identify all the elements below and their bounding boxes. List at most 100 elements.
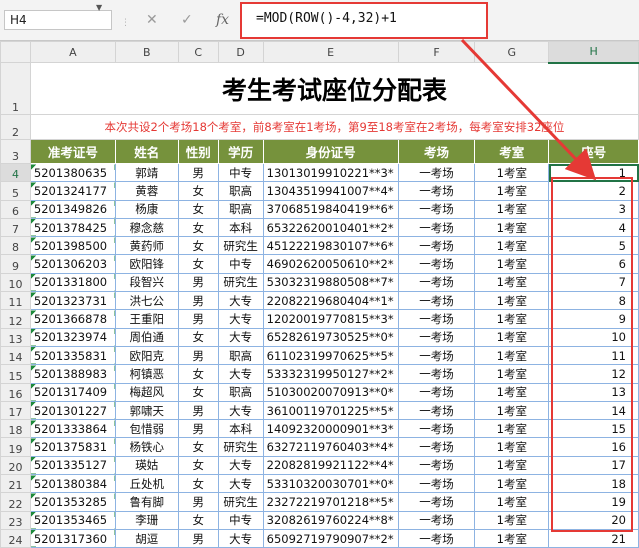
cell-room[interactable]: 1考室: [474, 492, 550, 512]
cell-edu[interactable]: 大专: [217, 309, 264, 329]
cell-name[interactable]: 丘处机: [114, 474, 179, 494]
cell-site[interactable]: 一考场: [397, 345, 476, 366]
cell-seat[interactable]: 6: [548, 254, 639, 274]
row-header[interactable]: 2: [0, 114, 31, 140]
cell-room[interactable]: 1考室: [474, 455, 550, 476]
cell-name[interactable]: 鲁有脚: [114, 492, 179, 512]
cell-id[interactable]: 5201306203: [29, 254, 116, 274]
cell-site[interactable]: 一考场: [397, 309, 476, 329]
cell-room[interactable]: 1考室: [474, 364, 550, 384]
cell-site[interactable]: 一考场: [397, 419, 476, 439]
cell-edu[interactable]: 本科: [217, 419, 264, 439]
insert-function-icon[interactable]: fx: [216, 11, 229, 29]
cell-id[interactable]: 5201317360: [29, 528, 116, 548]
cell-idcard[interactable]: 22082219680404**1*: [262, 291, 399, 311]
cell-name[interactable]: 杨铁心: [114, 437, 179, 457]
cell-id[interactable]: 5201398500: [29, 236, 116, 256]
cell-idcard[interactable]: 12020019770815**3*: [262, 309, 399, 329]
cell-edu[interactable]: 中专: [217, 254, 264, 274]
cell-gender[interactable]: 男: [177, 162, 219, 183]
cell-gender[interactable]: 女: [177, 510, 219, 530]
cell-idcard[interactable]: 53032319880508**7*: [262, 272, 399, 293]
cell-gender[interactable]: 男: [177, 345, 219, 366]
cell-idcard[interactable]: 13043519941007**4*: [262, 181, 399, 201]
cell-site[interactable]: 一考场: [397, 510, 476, 530]
cancel-icon[interactable]: ✕: [146, 11, 158, 29]
cell-idcard[interactable]: 36100119701225**5*: [262, 400, 399, 421]
cell-edu[interactable]: 研究生: [217, 272, 264, 293]
cell-edu[interactable]: 职高: [217, 181, 264, 201]
cell-gender[interactable]: 男: [177, 492, 219, 512]
row-header[interactable]: 9: [0, 254, 31, 274]
row-header[interactable]: 6: [0, 199, 31, 219]
cell-site[interactable]: 一考场: [397, 291, 476, 311]
cell-gender[interactable]: 女: [177, 437, 219, 457]
enter-icon[interactable]: ✓: [181, 11, 193, 29]
cell-site[interactable]: 一考场: [397, 437, 476, 457]
cell-room[interactable]: 1考室: [474, 327, 550, 347]
cell-room[interactable]: 1考室: [474, 272, 550, 293]
cell-gender[interactable]: 女: [177, 254, 219, 274]
cell-site[interactable]: 一考场: [397, 199, 476, 219]
cell-seat[interactable]: 12: [548, 364, 639, 384]
cell-room[interactable]: 1考室: [474, 345, 550, 366]
row-header[interactable]: 21: [0, 474, 31, 494]
cell-idcard[interactable]: 23272219701218**5*: [262, 492, 399, 512]
cell-gender[interactable]: 女: [177, 474, 219, 494]
cell-gender[interactable]: 女: [177, 217, 219, 238]
column-header-c[interactable]: C: [177, 41, 219, 63]
cell-id[interactable]: 5201335831: [29, 345, 116, 366]
cell-seat[interactable]: 5: [548, 236, 639, 256]
cell-site[interactable]: 一考场: [397, 364, 476, 384]
cell-seat[interactable]: 3: [548, 199, 639, 219]
cell-site[interactable]: 一考场: [397, 400, 476, 421]
cell-name[interactable]: 柯镇恶: [114, 364, 179, 384]
cell-id[interactable]: 5201317409: [29, 382, 116, 402]
cell-room[interactable]: 1考室: [474, 419, 550, 439]
table-header-cell[interactable]: 考场: [397, 139, 476, 164]
cell-gender[interactable]: 男: [177, 272, 219, 293]
cell-name[interactable]: 穆念慈: [114, 217, 179, 238]
cell-id[interactable]: 5201388983: [29, 364, 116, 384]
column-header-a[interactable]: A: [29, 41, 116, 63]
row-header[interactable]: 16: [0, 382, 31, 402]
cell-idcard[interactable]: 65322620010401**2*: [262, 217, 399, 238]
cell-gender[interactable]: 女: [177, 199, 219, 219]
cell-idcard[interactable]: 51030020070913**0*: [262, 382, 399, 402]
cell-idcard[interactable]: 65282619730525**0*: [262, 327, 399, 347]
cell-gender[interactable]: 女: [177, 327, 219, 347]
cell-idcard[interactable]: 14092320000901**3*: [262, 419, 399, 439]
cell-idcard[interactable]: 45122219830107**6*: [262, 236, 399, 256]
cell-id[interactable]: 5201333864: [29, 419, 116, 439]
cell-idcard[interactable]: 46902620050610**2*: [262, 254, 399, 274]
cell-seat[interactable]: 7: [548, 272, 639, 293]
row-header[interactable]: 7: [0, 217, 31, 238]
cell-name[interactable]: 胡逗: [114, 528, 179, 548]
cell-idcard[interactable]: 53332319950127**2*: [262, 364, 399, 384]
cell-edu[interactable]: 大专: [217, 400, 264, 421]
cell-seat[interactable]: 16: [548, 437, 639, 457]
cell-name[interactable]: 黄蓉: [114, 181, 179, 201]
cell-seat[interactable]: 15: [548, 419, 639, 439]
row-header[interactable]: 24: [0, 528, 31, 548]
cell-id[interactable]: 5201324177: [29, 181, 116, 201]
sheet-title[interactable]: 考生考试座位分配表: [29, 62, 639, 115]
column-header-h[interactable]: H: [548, 41, 639, 64]
cell-name[interactable]: 洪七公: [114, 291, 179, 311]
cell-seat[interactable]: 11: [548, 345, 639, 366]
cell-edu[interactable]: 大专: [217, 291, 264, 311]
cell-gender[interactable]: 女: [177, 382, 219, 402]
sheet-note[interactable]: 本次共设2个考场18个考室，前8考室在1考场，第9至18考室在2考场，每考室安排…: [29, 114, 639, 140]
cell-name[interactable]: 黄药师: [114, 236, 179, 256]
cell-idcard[interactable]: 13013019910221**3*: [262, 162, 399, 183]
row-header[interactable]: 12: [0, 309, 31, 329]
cell-gender[interactable]: 男: [177, 419, 219, 439]
cell-site[interactable]: 一考场: [397, 455, 476, 476]
cell-room[interactable]: 1考室: [474, 382, 550, 402]
cell-edu[interactable]: 中专: [217, 510, 264, 530]
cell-gender[interactable]: 男: [177, 309, 219, 329]
row-header[interactable]: 17: [0, 400, 31, 421]
table-header-cell[interactable]: 性别: [177, 139, 219, 164]
cell-site[interactable]: 一考场: [397, 162, 476, 183]
table-header-cell[interactable]: 座号: [548, 139, 639, 164]
